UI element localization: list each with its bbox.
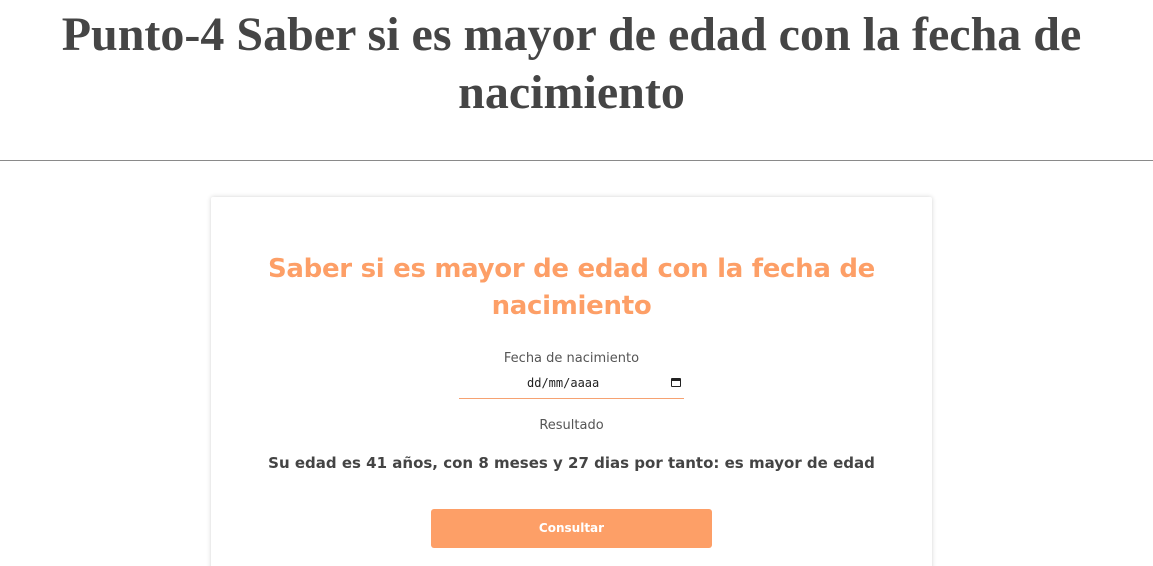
birthdate-label: Fecha de nacimiento [503,351,640,366]
form-card: Saber si es mayor de edad con la fecha d… [211,197,932,566]
page-title: Punto-4 Saber si es mayor de edad con la… [61,8,1082,119]
card-title: Saber si es mayor de edad con la fecha d… [267,254,876,321]
birthdate-input[interactable]: dd/mm/aaaa [459,373,684,399]
consult-button[interactable]: Consultar [431,509,712,548]
divider [0,160,1153,161]
calendar-icon[interactable] [671,378,681,387]
birthdate-value[interactable]: dd/mm/aaaa [527,376,599,390]
result-text: Su edad es 41 años, con 8 meses y 27 dia… [268,454,875,472]
result-label: Resultado [539,418,604,433]
